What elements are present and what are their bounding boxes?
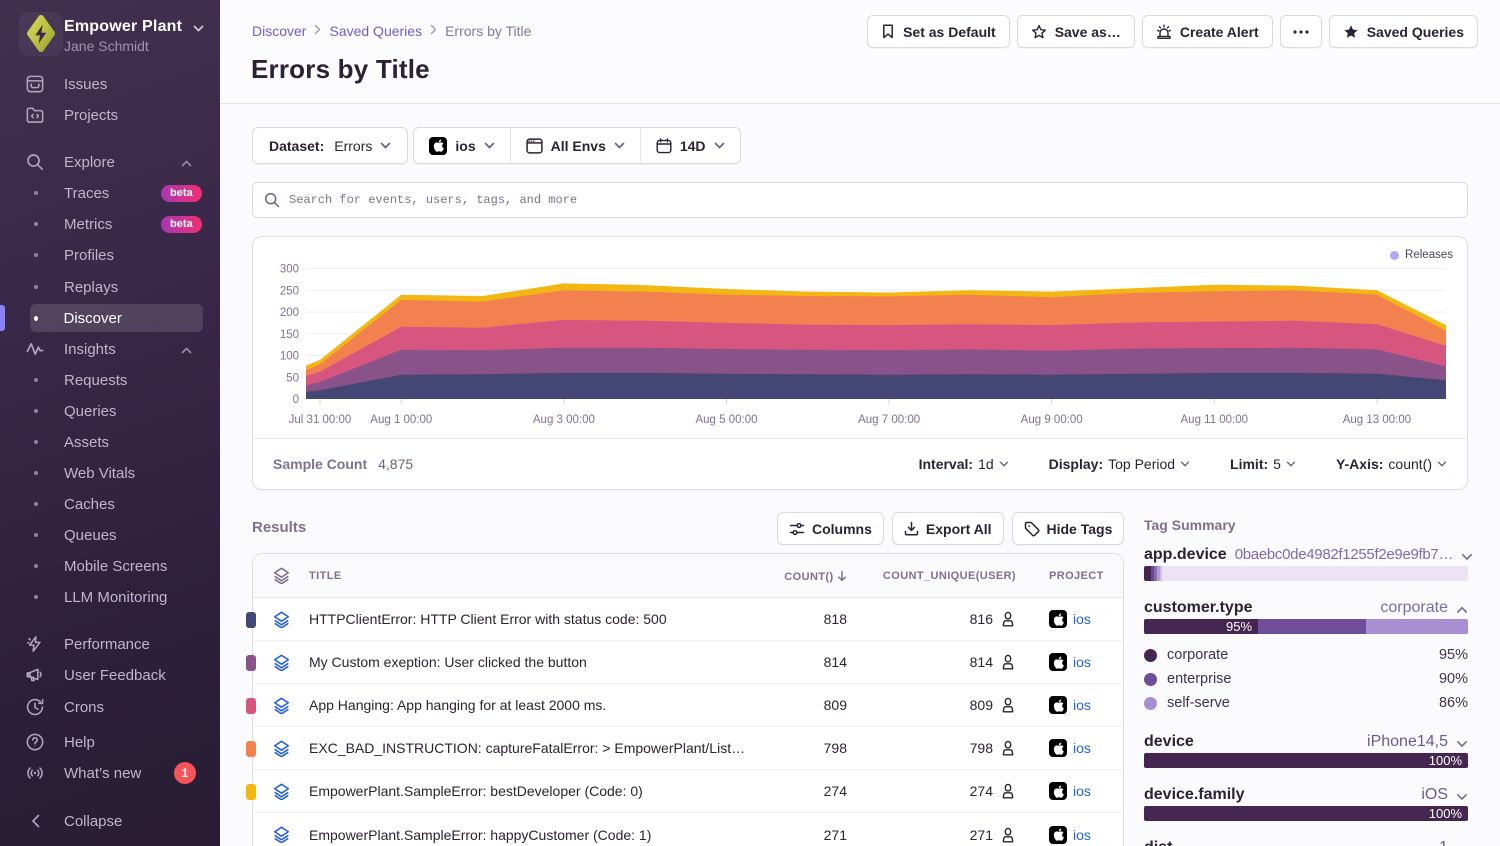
svg-text:150: 150 <box>280 329 299 341</box>
svg-text:250: 250 <box>280 285 299 297</box>
svg-text:Jul 31 00:00: Jul 31 00:00 <box>289 414 352 426</box>
svg-text:Aug 3 00:00: Aug 3 00:00 <box>533 414 595 426</box>
svg-text:Aug 5 00:00: Aug 5 00:00 <box>695 414 757 426</box>
svg-text:Aug 1 00:00: Aug 1 00:00 <box>370 414 432 426</box>
svg-text:200: 200 <box>280 307 299 319</box>
svg-text:100: 100 <box>280 351 299 363</box>
svg-text:Aug 9 00:00: Aug 9 00:00 <box>1021 414 1083 426</box>
svg-text:300: 300 <box>280 264 299 276</box>
svg-text:Aug 11 00:00: Aug 11 00:00 <box>1181 414 1249 426</box>
svg-text:Aug 7 00:00: Aug 7 00:00 <box>858 414 920 426</box>
svg-text:0: 0 <box>293 394 299 406</box>
svg-text:50: 50 <box>286 372 299 384</box>
svg-text:Aug 13 00:00: Aug 13 00:00 <box>1343 414 1411 426</box>
